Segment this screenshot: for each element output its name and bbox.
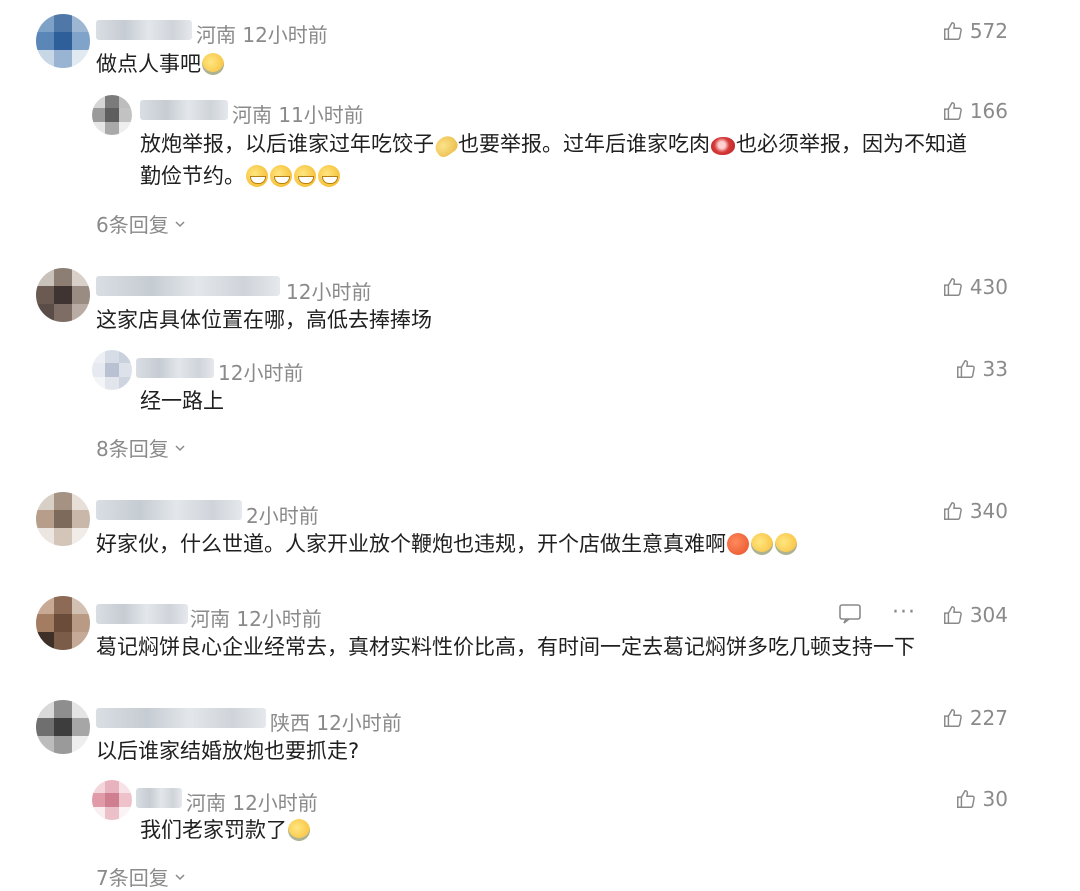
like-button[interactable]: 572 (942, 19, 1008, 43)
timestamp: 12小时前 (232, 791, 318, 815)
timestamp: 12小时前 (236, 607, 322, 631)
location: 河南 (232, 103, 272, 127)
reply-meta: 河南 12小时前 (186, 787, 318, 816)
timestamp: 11小时前 (278, 103, 364, 127)
avatar[interactable] (92, 780, 132, 820)
reply-text: 放炮举报，以后谁家过年吃饺子 也要举报。过年后谁家吃肉 也必须举报，因为不知道 (140, 128, 967, 160)
location: 河南 (190, 607, 230, 631)
avatar[interactable] (36, 14, 90, 68)
like-count: 430 (969, 275, 1008, 299)
reply-text-line2: 勤俭节约。 (140, 160, 341, 192)
laugh-cry-emoji-icon (775, 533, 797, 555)
timestamp: 12小时前 (242, 23, 328, 47)
comment-meta: 12小时前 (286, 276, 371, 305)
timestamp: 12小时前 (316, 711, 402, 735)
thumb-up-icon (943, 709, 962, 727)
like-count: 33 (982, 357, 1008, 381)
like-count: 304 (969, 603, 1008, 627)
thumb-up-icon (943, 502, 962, 520)
comment-text: 这家店具体位置在哪，高低去捧捧场 (96, 308, 432, 332)
chevron-down-icon (175, 220, 185, 227)
like-button[interactable]: 166 (942, 99, 1008, 123)
reply-text: 经一路上 (140, 389, 224, 413)
location: 河南 (186, 791, 226, 815)
like-button[interactable]: 304 (942, 603, 1008, 627)
avatar[interactable] (36, 596, 90, 650)
comment-meta: 陕西 12小时前 (270, 707, 402, 736)
like-button[interactable]: 30 (955, 787, 1008, 811)
view-replies-button[interactable]: 7条回复 (96, 862, 187, 891)
grin-emoji-icon (270, 165, 292, 187)
comment-text: 好家伙，什么世道。人家开业放个鞭炮也违规，开个店做生意真难啊 (96, 528, 798, 560)
reply-button[interactable] (838, 603, 862, 629)
grin-emoji-icon (318, 165, 340, 187)
view-replies-button[interactable]: 8条回复 (96, 433, 187, 462)
thumb-up-icon (956, 360, 975, 378)
laugh-cry-emoji-icon (751, 533, 773, 555)
timestamp: 12小时前 (286, 280, 372, 304)
thumb-up-icon (943, 606, 962, 624)
comment-text: 做点人事吧 (96, 48, 225, 80)
chevron-down-icon (175, 873, 185, 880)
meat-emoji-icon (711, 137, 735, 155)
like-button[interactable]: 430 (942, 275, 1008, 299)
comment-meta: 河南 12小时前 (190, 603, 322, 632)
username[interactable] (136, 358, 214, 378)
like-count: 340 (969, 499, 1008, 523)
username[interactable] (140, 100, 228, 120)
location: 陕西 (270, 711, 310, 735)
timestamp: 2小时前 (246, 504, 319, 528)
laugh-cry-emoji-icon (202, 53, 224, 75)
like-count: 572 (969, 19, 1008, 43)
view-replies-button[interactable]: 6条回复 (96, 209, 187, 238)
laugh-cry-emoji-icon (288, 819, 310, 841)
comment-meta: 2小时前 (246, 500, 319, 529)
angry-emoji-icon (727, 533, 749, 555)
timestamp: 12小时前 (218, 361, 304, 385)
grin-emoji-icon (246, 165, 268, 187)
reply-meta: 河南 11小时前 (232, 99, 364, 128)
location: 河南 (196, 23, 236, 47)
thumb-up-icon (943, 102, 962, 120)
like-button[interactable]: 340 (942, 499, 1008, 523)
avatar[interactable] (36, 268, 90, 322)
avatar[interactable] (36, 700, 90, 754)
like-count: 30 (982, 787, 1008, 811)
username[interactable] (96, 708, 266, 728)
more-icon: ··· (892, 600, 916, 625)
username[interactable] (96, 500, 242, 520)
username[interactable] (96, 20, 192, 40)
chevron-down-icon (175, 444, 185, 451)
reply-meta: 12小时前 (218, 357, 303, 386)
more-button[interactable]: ··· (892, 600, 916, 625)
thumb-up-icon (943, 22, 962, 40)
grin-emoji-icon (294, 165, 316, 187)
comment-text: 以后谁家结婚放炮也要抓走? (96, 739, 360, 763)
avatar[interactable] (92, 95, 132, 135)
avatar[interactable] (36, 492, 90, 546)
username[interactable] (96, 604, 188, 624)
reply-text: 我们老家罚款了 (140, 814, 311, 846)
comment-text: 葛记焖饼良心企业经常去，真材实料性价比高，有时间一定去葛记焖饼多吃几顿支持一下 (96, 635, 915, 659)
username[interactable] (96, 276, 280, 296)
like-button[interactable]: 227 (942, 706, 1008, 730)
thumb-up-icon (943, 278, 962, 296)
comment-meta: 河南 12小时前 (196, 19, 328, 48)
dumpling-emoji-icon (431, 132, 461, 160)
comment-icon (839, 604, 861, 624)
like-count: 166 (969, 99, 1008, 123)
thumb-up-icon (956, 790, 975, 808)
username[interactable] (136, 788, 182, 808)
like-count: 227 (969, 706, 1008, 730)
like-button[interactable]: 33 (955, 357, 1008, 381)
avatar[interactable] (92, 350, 132, 390)
